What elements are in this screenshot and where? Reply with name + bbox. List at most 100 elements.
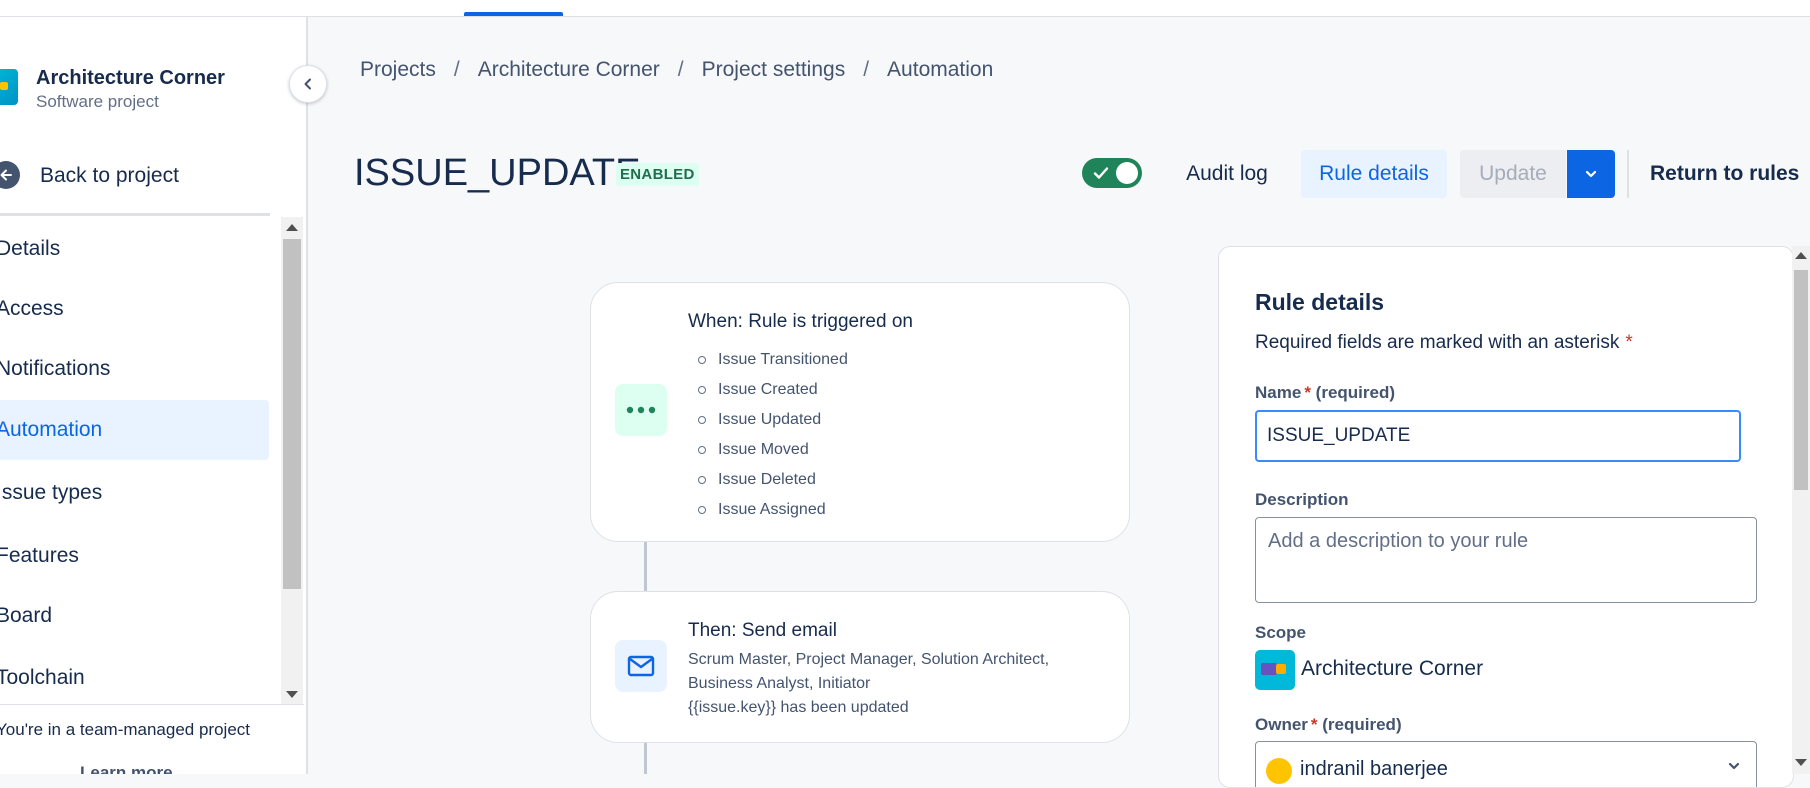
header-divider (1627, 150, 1629, 198)
trigger-event: Issue Assigned (698, 495, 848, 525)
settings-nav: Details Access Notifications Automation … (0, 217, 280, 704)
name-label-text: Name (1255, 383, 1302, 402)
project-type: Software project (36, 92, 159, 111)
sidebar-item-board[interactable]: Board (0, 586, 269, 646)
owner-value: indranil banerjee (1300, 758, 1448, 780)
toggle-knob (1116, 162, 1138, 184)
breadcrumb-separator: / (863, 58, 870, 81)
check-icon (1093, 167, 1109, 179)
rule-name-input[interactable] (1255, 410, 1741, 462)
breadcrumb-automation[interactable]: Automation (887, 58, 993, 82)
project-sidebar: Architecture Corner Software project Bac… (0, 17, 308, 774)
sidebar-item-label: Details (0, 237, 61, 260)
project-icon (1255, 650, 1295, 690)
owner-label: Owner * (required) (1255, 715, 1402, 735)
chevron-left-icon (304, 78, 311, 90)
required-suffix: (required) (1322, 715, 1402, 734)
action-title: Then: Send email (688, 620, 837, 641)
collapse-sidebar-button[interactable] (289, 65, 327, 103)
scroll-down-arrow-icon[interactable] (286, 691, 298, 698)
chevron-down-icon (1585, 170, 1597, 178)
panel-title: Rule details (1255, 289, 1385, 315)
mail-icon (615, 640, 667, 692)
description-label: Description (1255, 490, 1349, 509)
sidebar-item-notifications[interactable]: Notifications (0, 339, 269, 399)
flow-connector (644, 540, 647, 591)
learn-more-link[interactable]: Learn more (80, 763, 173, 774)
update-options-dropdown-button[interactable] (1567, 150, 1615, 198)
sidebar-item-details[interactable]: Details (0, 219, 269, 279)
action-card[interactable]: Then: Send email Scrum Master, Project M… (590, 591, 1130, 743)
sidebar-item-toolchain[interactable]: Toolchain (0, 648, 269, 704)
sidebar-item-label: Access (0, 297, 64, 320)
back-to-project-link[interactable]: Back to project (0, 157, 270, 197)
scroll-up-arrow-icon[interactable] (286, 224, 298, 231)
trigger-event: Issue Updated (698, 405, 848, 435)
sidebar-item-issue-types[interactable]: Issue types (0, 463, 269, 523)
avatar (1266, 758, 1292, 784)
trigger-event: Issue Created (698, 375, 848, 405)
sidebar-scrollbar[interactable] (281, 217, 303, 704)
panel-scrollbar[interactable] (1792, 246, 1810, 774)
sidebar-scroll-thumb[interactable] (283, 239, 301, 589)
back-to-project-label: Back to project (40, 164, 179, 187)
trigger-event-list: Issue Transitioned Issue Created Issue U… (698, 345, 848, 525)
team-managed-note: You're in a team-managed project (0, 720, 250, 739)
sidebar-item-label: Toolchain (0, 666, 85, 689)
owner-label-text: Owner (1255, 715, 1308, 734)
sidebar-item-access[interactable]: Access (0, 279, 269, 339)
sidebar-item-label: Automation (0, 418, 103, 441)
trigger-card[interactable]: When: Rule is triggered on Issue Transit… (590, 282, 1130, 542)
sidebar-divider (0, 213, 270, 216)
breadcrumb-project[interactable]: Architecture Corner (478, 58, 660, 82)
required-asterisk: * (1304, 383, 1311, 402)
scope-label: Scope (1255, 623, 1307, 642)
project-name: Architecture Corner (36, 67, 225, 89)
required-asterisk: * (1625, 332, 1633, 353)
scroll-up-arrow-icon[interactable] (1795, 252, 1807, 259)
required-asterisk: * (1310, 715, 1318, 734)
sidebar-item-features[interactable]: Features (0, 526, 269, 586)
project-avatar (0, 69, 18, 105)
required-suffix: (required) (1315, 383, 1396, 402)
email-recipients-cont: Business Analyst, Initiator (688, 675, 871, 692)
trigger-event: Issue Moved (698, 435, 848, 465)
status-badge: ENABLED (616, 163, 699, 186)
sidebar-item-label: Issue types (0, 481, 103, 504)
sidebar-item-label: Notifications (0, 357, 111, 380)
rule-details-panel: Rule details Required fields are marked … (1218, 246, 1794, 788)
sidebar-item-automation[interactable]: Automation (0, 400, 269, 460)
rule-details-button[interactable]: Rule details (1301, 150, 1447, 198)
sidebar-item-label: Features (0, 544, 79, 567)
sidebar-footer-divider (0, 704, 304, 705)
audit-log-button[interactable]: Audit log (1170, 150, 1284, 198)
page-title: ISSUE_UPDATE (354, 152, 641, 194)
email-recipients: Scrum Master, Project Manager, Solution … (688, 651, 1050, 668)
scope-value: Architecture Corner (1301, 657, 1484, 680)
breadcrumb-separator: / (453, 58, 460, 81)
top-navigation-bar (0, 0, 1810, 17)
scroll-down-arrow-icon[interactable] (1795, 759, 1807, 766)
breadcrumb-separator: / (677, 58, 684, 81)
name-label: Name * (required) (1255, 383, 1395, 403)
flow-connector (644, 741, 647, 774)
breadcrumb-projects[interactable]: Projects (360, 58, 436, 82)
email-subject: {{issue.key}} has been updated (688, 699, 909, 716)
breadcrumb-project-settings[interactable]: Project settings (702, 58, 846, 82)
rule-enabled-toggle[interactable] (1082, 158, 1142, 188)
required-note-text: Required fields are marked with an aster… (1255, 332, 1620, 353)
trigger-event: Issue Transitioned (698, 345, 848, 375)
sidebar-item-label: Board (0, 604, 53, 627)
trigger-title: When: Rule is triggered on (688, 311, 913, 332)
owner-select[interactable]: indranil banerjee (1255, 741, 1757, 787)
more-dots-icon (615, 384, 667, 436)
breadcrumb: Projects / Architecture Corner / Project… (360, 58, 993, 82)
active-tab-indicator (464, 12, 563, 16)
update-button[interactable]: Update (1460, 150, 1566, 198)
description-textarea[interactable] (1255, 517, 1757, 603)
chevron-down-icon (1728, 762, 1740, 770)
trigger-event: Issue Deleted (698, 465, 848, 495)
return-to-rules-button[interactable]: Return to rules (1650, 150, 1810, 198)
required-fields-note: Required fields are marked with an aster… (1255, 332, 1633, 354)
panel-scroll-thumb[interactable] (1794, 270, 1808, 490)
